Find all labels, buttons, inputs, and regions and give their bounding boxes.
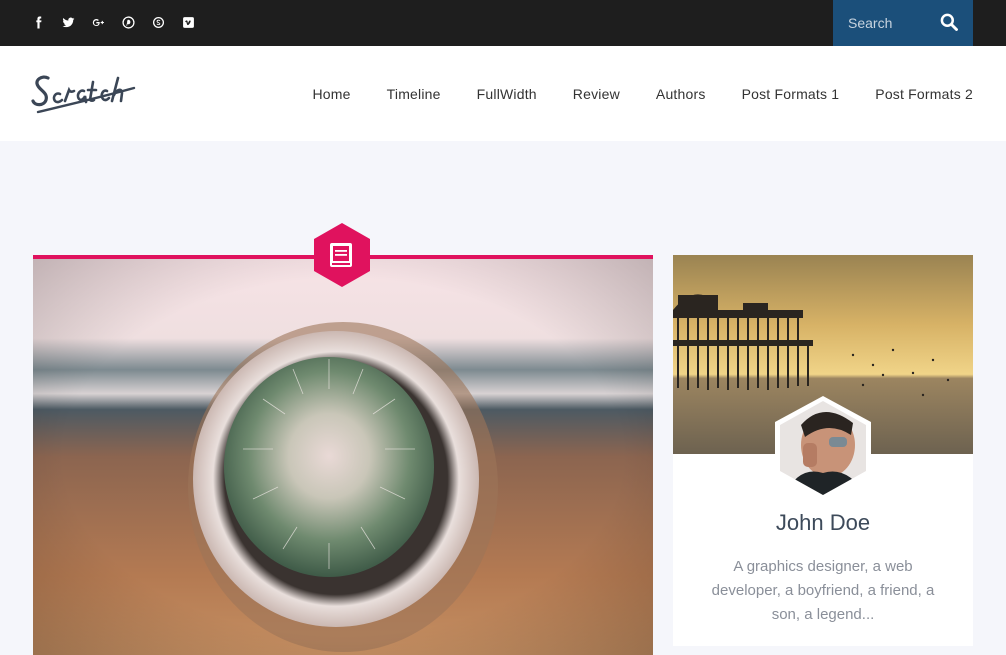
nav-post-formats-1[interactable]: Post Formats 1 — [742, 86, 840, 102]
nav-fullwidth[interactable]: FullWidth — [477, 86, 537, 102]
main-nav: Home Timeline FullWidth Review Authors P… — [277, 46, 974, 141]
nav-post-formats-2[interactable]: Post Formats 2 — [875, 86, 973, 102]
pinterest-icon[interactable] — [118, 12, 138, 32]
book-icon[interactable] — [311, 221, 373, 289]
author-avatar[interactable] — [773, 395, 873, 500]
google-plus-icon[interactable] — [88, 12, 108, 32]
featured-post — [33, 223, 653, 655]
top-bar — [0, 0, 1006, 46]
facebook-icon[interactable] — [28, 12, 48, 32]
search-box — [833, 0, 973, 46]
social-links — [28, 12, 198, 32]
twitter-icon[interactable] — [58, 12, 78, 32]
post-image-cactus[interactable] — [33, 259, 653, 655]
author-widget: John Doe A graphics designer, a web deve… — [673, 255, 973, 646]
nav-authors[interactable]: Authors — [656, 86, 706, 102]
vimeo-icon[interactable] — [178, 12, 198, 32]
skype-icon[interactable] — [148, 12, 168, 32]
site-header: Home Timeline FullWidth Review Authors P… — [0, 46, 1006, 141]
site-logo[interactable] — [30, 64, 140, 124]
search-input[interactable] — [833, 0, 933, 46]
author-name[interactable]: John Doe — [673, 510, 973, 536]
author-bio: A graphics designer, a web developer, a … — [711, 558, 935, 623]
nav-home[interactable]: Home — [313, 86, 351, 102]
nav-timeline[interactable]: Timeline — [387, 86, 441, 102]
nav-review[interactable]: Review — [573, 86, 620, 102]
search-icon[interactable] — [939, 12, 959, 32]
